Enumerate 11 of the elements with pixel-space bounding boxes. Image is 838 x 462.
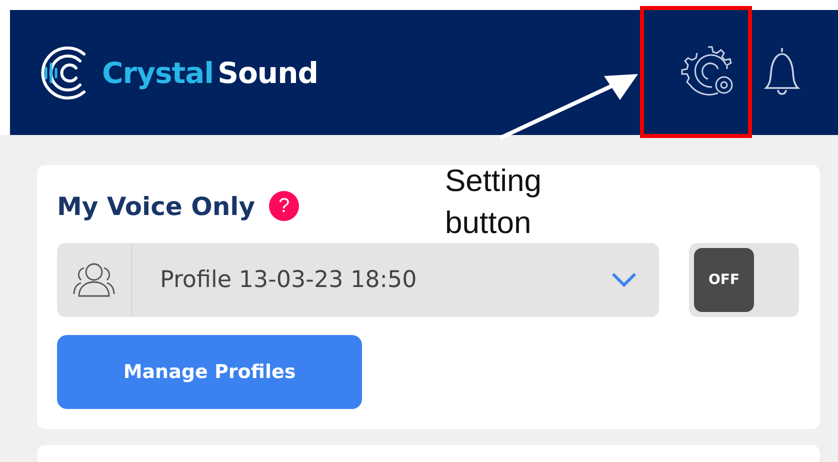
help-button[interactable]: ? — [269, 191, 299, 221]
chevron-down-icon — [611, 272, 637, 288]
profile-value: Profile 13-03-23 18:50 — [160, 267, 418, 293]
toggle-knob: OFF — [694, 248, 754, 312]
voice-toggle[interactable]: OFF — [689, 243, 799, 317]
section-title: My Voice Only — [57, 192, 255, 220]
profile-dropdown[interactable]: Profile 13-03-23 18:50 — [57, 243, 659, 317]
manage-profiles-button[interactable]: Manage Profiles — [57, 335, 362, 409]
annotation-text: Setting button — [445, 162, 543, 242]
logo-text: Sound — [218, 56, 318, 90]
logo-text: Crystal — [102, 56, 214, 90]
